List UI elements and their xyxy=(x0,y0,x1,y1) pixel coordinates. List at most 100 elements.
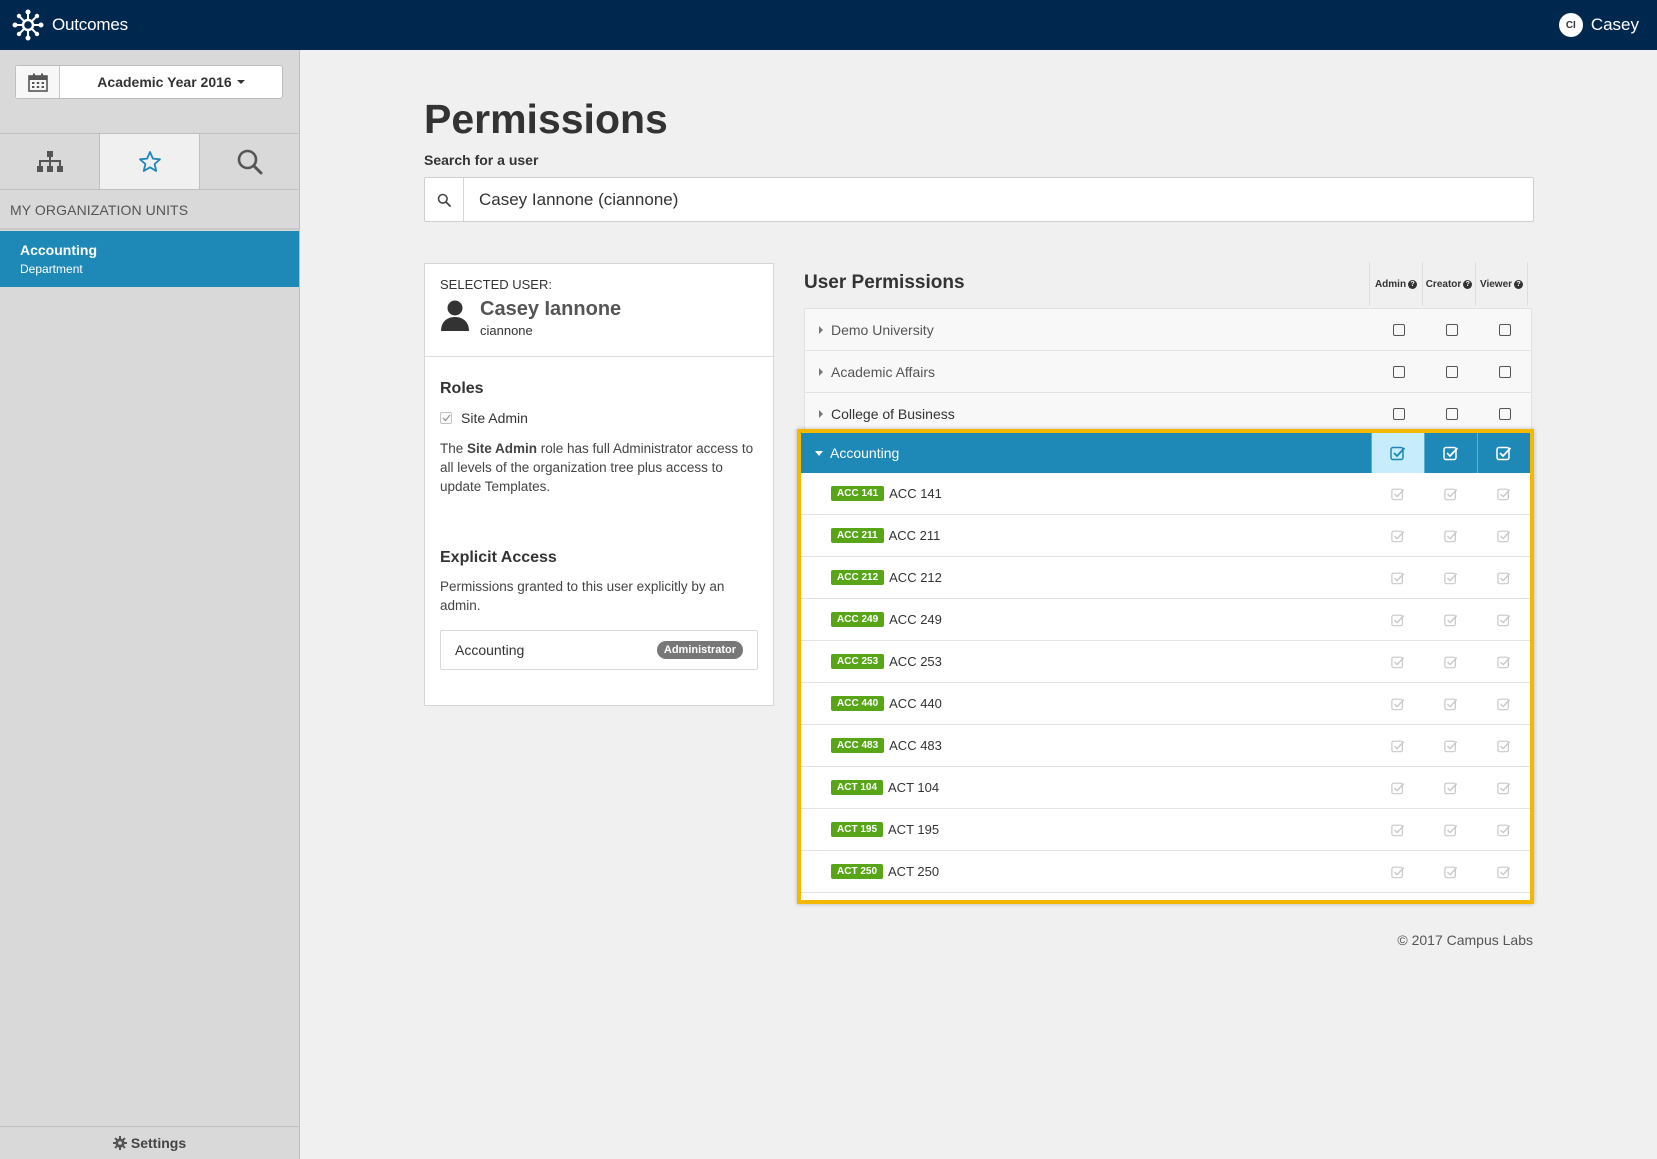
checkbox-icon xyxy=(1498,323,1511,336)
table-row[interactable]: ACC 249 ACC 249 xyxy=(801,599,1530,641)
table-row[interactable]: ACC 440 ACC 440 xyxy=(801,683,1530,725)
tab-favorites[interactable] xyxy=(100,134,200,189)
page-title: Permissions xyxy=(424,96,668,142)
creator-checkbox[interactable] xyxy=(1425,351,1478,392)
org-unit-type: Department xyxy=(20,262,83,276)
my-org-units-heading: MY ORGANIZATION UNITS xyxy=(10,202,189,218)
viewer-checkbox[interactable] xyxy=(1478,393,1531,434)
outcomes-logo-icon xyxy=(12,9,44,41)
table-row[interactable]: ACC 211 ACC 211 xyxy=(801,515,1530,557)
creator-checkbox[interactable] xyxy=(1424,599,1477,640)
sidebar-item-accounting[interactable]: Accounting Department xyxy=(0,231,299,287)
org-unit-name: Accounting xyxy=(20,242,97,258)
help-icon[interactable]: ? xyxy=(1514,279,1524,289)
selected-user-panel: SELECTED USER: Casey Iannone ciannone Ro… xyxy=(424,263,774,706)
viewer-checkbox[interactable] xyxy=(1478,351,1531,392)
admin-checkbox[interactable] xyxy=(1371,767,1424,808)
admin-checkbox[interactable] xyxy=(1371,851,1424,892)
checkbox-inherited-icon xyxy=(1443,824,1457,836)
viewer-checkbox[interactable] xyxy=(1477,725,1530,766)
creator-checkbox[interactable] xyxy=(1424,725,1477,766)
viewer-checkbox[interactable] xyxy=(1477,683,1530,724)
viewer-checkbox[interactable] xyxy=(1477,599,1530,640)
admin-checkbox[interactable] xyxy=(1371,599,1424,640)
admin-checkbox[interactable] xyxy=(1371,683,1424,724)
checkbox-inherited-icon xyxy=(1390,782,1404,794)
settings-button[interactable]: Settings xyxy=(0,1126,299,1159)
creator-checkbox[interactable] xyxy=(1425,309,1478,350)
admin-checkbox[interactable] xyxy=(1372,309,1425,350)
creator-checkbox[interactable] xyxy=(1424,433,1477,473)
creator-checkbox[interactable] xyxy=(1424,767,1477,808)
viewer-checkbox[interactable] xyxy=(1477,641,1530,682)
column-viewer: Viewer? xyxy=(1475,262,1528,306)
user-search-input[interactable] xyxy=(464,178,1533,221)
admin-checkbox[interactable] xyxy=(1371,515,1424,556)
creator-checkbox[interactable] xyxy=(1425,393,1478,434)
top-bar: Outcomes CI Casey xyxy=(0,0,1657,50)
viewer-checkbox[interactable] xyxy=(1477,851,1530,892)
viewer-checkbox[interactable] xyxy=(1478,309,1531,350)
checkbox-inherited-icon xyxy=(1390,656,1404,668)
table-row[interactable]: ACT 250 ACT 250 xyxy=(801,851,1530,893)
viewer-checkbox[interactable] xyxy=(1477,767,1530,808)
table-row[interactable]: ACT 104 ACT 104 xyxy=(801,767,1530,809)
creator-checkbox[interactable] xyxy=(1424,515,1477,556)
table-row[interactable]: ACC 253 ACC 253 xyxy=(801,641,1530,683)
admin-checkbox[interactable] xyxy=(1371,433,1424,473)
admin-checkbox[interactable] xyxy=(1371,809,1424,850)
admin-checkbox[interactable] xyxy=(1372,351,1425,392)
creator-checkbox[interactable] xyxy=(1424,557,1477,598)
academic-year-label[interactable]: Academic Year 2016 xyxy=(60,66,282,98)
admin-checkbox[interactable] xyxy=(1371,641,1424,682)
viewer-checkbox[interactable] xyxy=(1477,557,1530,598)
tab-search[interactable] xyxy=(200,134,299,189)
table-row[interactable]: ACC 141 ACC 141 xyxy=(801,473,1530,515)
selected-user-header: SELECTED USER: Casey Iannone ciannone xyxy=(425,264,773,357)
viewer-checkbox[interactable] xyxy=(1477,433,1530,473)
selected-user-label: SELECTED USER: xyxy=(440,277,552,292)
admin-checkbox[interactable] xyxy=(1371,473,1424,514)
calendar-icon[interactable] xyxy=(16,66,60,98)
chevron-right-icon[interactable] xyxy=(819,409,823,418)
divider xyxy=(0,228,299,230)
brand[interactable]: Outcomes xyxy=(10,0,128,50)
unit-row-college-of-business[interactable]: College of Business xyxy=(804,392,1532,434)
help-icon[interactable]: ? xyxy=(1408,279,1418,289)
chevron-right-icon[interactable] xyxy=(819,367,823,376)
admin-checkbox[interactable] xyxy=(1371,557,1424,598)
course-name: ACC 440 xyxy=(889,696,942,711)
unit-row-academic-affairs[interactable]: Academic Affairs xyxy=(804,350,1532,392)
table-row[interactable]: ACC 212 ACC 212 xyxy=(801,557,1530,599)
checkbox-icon xyxy=(1445,407,1458,420)
admin-checkbox[interactable] xyxy=(1371,725,1424,766)
unit-row-demo-university[interactable]: Demo University xyxy=(804,308,1532,350)
unit-label: College of Business xyxy=(831,405,955,422)
creator-checkbox[interactable] xyxy=(1424,809,1477,850)
checkbox-inherited-icon xyxy=(1496,866,1510,878)
user-menu[interactable]: CI Casey xyxy=(1558,0,1639,50)
creator-checkbox[interactable] xyxy=(1424,851,1477,892)
chevron-down-icon[interactable] xyxy=(815,450,823,456)
chevron-right-icon[interactable] xyxy=(819,325,823,334)
table-row[interactable]: ACC 483 ACC 483 xyxy=(801,725,1530,767)
checkbox-inherited-icon xyxy=(1390,698,1404,710)
viewer-checkbox[interactable] xyxy=(1477,473,1530,514)
checkbox-inherited-icon xyxy=(1496,614,1510,626)
checkbox-inherited-icon xyxy=(1443,698,1457,710)
viewer-checkbox[interactable] xyxy=(1477,515,1530,556)
chevron-down-icon xyxy=(236,80,245,84)
admin-checkbox[interactable] xyxy=(1372,393,1425,434)
academic-year-select[interactable]: Academic Year 2016 xyxy=(15,65,283,99)
viewer-checkbox[interactable] xyxy=(1477,809,1530,850)
creator-checkbox[interactable] xyxy=(1424,641,1477,682)
unit-row-accounting[interactable]: Accounting xyxy=(801,433,1530,473)
creator-checkbox[interactable] xyxy=(1424,683,1477,724)
creator-checkbox[interactable] xyxy=(1424,473,1477,514)
table-row[interactable]: ACT 195 ACT 195 xyxy=(801,809,1530,851)
help-icon[interactable]: ? xyxy=(1463,279,1473,289)
tab-org-tree[interactable] xyxy=(0,134,100,189)
checkbox-inherited-icon xyxy=(1443,614,1457,626)
checkbox-inherited-icon xyxy=(1390,572,1404,584)
settings-label: Settings xyxy=(130,1135,187,1151)
